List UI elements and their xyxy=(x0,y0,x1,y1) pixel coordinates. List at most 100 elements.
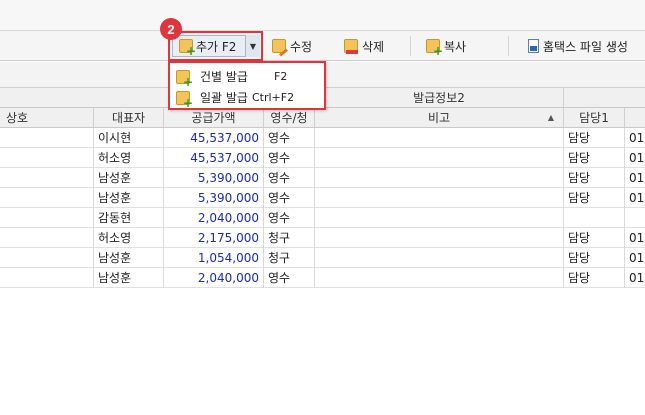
copy-button[interactable]: 복사 xyxy=(426,35,466,57)
cell-extra[interactable]: 010 xyxy=(625,128,645,148)
table-row[interactable]: 남성훈2,040,000영수 담당010 xyxy=(0,268,645,288)
cell-supply-amount[interactable]: 5,390,000 xyxy=(164,188,264,208)
col-header-remarks-label: 비고 xyxy=(427,111,451,125)
cell-company[interactable] xyxy=(0,148,94,168)
table-row[interactable]: 이시현45,537,000영수 담당010 xyxy=(0,128,645,148)
cell-remarks[interactable] xyxy=(315,148,564,168)
cell-company[interactable] xyxy=(0,168,94,188)
col-header-manager1[interactable]: 담당1 xyxy=(564,108,625,127)
cell-receipt-claim[interactable]: 영수 xyxy=(264,208,315,228)
cell-manager1[interactable]: 담당 xyxy=(564,268,625,288)
group-header-blank-right xyxy=(564,88,645,107)
cell-representative[interactable]: 감동현 xyxy=(94,208,164,228)
col-header-remarks[interactable]: 비고 ▲ xyxy=(315,108,564,127)
cell-remarks[interactable] xyxy=(315,128,564,148)
cell-representative[interactable]: 허소영 xyxy=(94,228,164,248)
cell-receipt-claim[interactable]: 영수 xyxy=(264,188,315,208)
cell-remarks[interactable] xyxy=(315,188,564,208)
col-header-company[interactable]: 상호 xyxy=(0,108,94,127)
data-grid: 발급정보2 상호 대표자 공급가액 영수/청 비고 ▲ 담당1 이시현 45,53… xyxy=(0,88,645,415)
cell-receipt-claim[interactable]: 영수 xyxy=(264,168,315,188)
cell-supply-amount[interactable]: 45,537,000 xyxy=(164,148,264,168)
menu-item-single-issue[interactable]: 건별 발급 F2 xyxy=(176,66,324,88)
cell-manager1[interactable] xyxy=(564,208,625,228)
table-row[interactable]: 허소영45,537,000영수 담당010 xyxy=(0,148,645,168)
cell-manager1[interactable]: 담당 xyxy=(564,248,625,268)
add-button-highlight xyxy=(168,31,263,61)
table-row[interactable]: 남성훈5,390,000영수 담당010 xyxy=(0,168,645,188)
col-header-representative[interactable]: 대표자 xyxy=(94,108,164,127)
col-header-receipt-claim[interactable]: 영수/청 xyxy=(264,108,315,127)
cell-supply-amount[interactable]: 2,040,000 xyxy=(164,268,264,288)
cell-remarks[interactable] xyxy=(315,208,564,228)
cell-company[interactable] xyxy=(0,228,94,248)
toolbar-divider xyxy=(410,36,411,56)
cell-extra[interactable]: 010 xyxy=(625,268,645,288)
cell-supply-amount[interactable]: 1,054,000 xyxy=(164,248,264,268)
toolbar-divider xyxy=(508,36,509,56)
copy-label: 복사 xyxy=(444,39,467,54)
sort-ascending-icon: ▲ xyxy=(547,113,554,122)
grid-header-row: 상호 대표자 공급가액 영수/청 비고 ▲ 담당1 xyxy=(0,108,645,128)
cell-receipt-claim[interactable]: 청구 xyxy=(264,228,315,248)
cell-extra[interactable]: 010 xyxy=(625,248,645,268)
cell-receipt-claim[interactable]: 청구 xyxy=(264,248,315,268)
col-header-extra[interactable] xyxy=(625,108,645,127)
cell-supply-amount[interactable]: 2,175,000 xyxy=(164,228,264,248)
cell-representative[interactable]: 남성훈 xyxy=(94,248,164,268)
cell-remarks[interactable] xyxy=(315,228,564,248)
cell-company[interactable] xyxy=(0,268,94,288)
cell-manager1[interactable]: 담당 xyxy=(564,128,625,148)
table-row[interactable]: 허소영2,175,000청구 담당010 xyxy=(0,228,645,248)
add-icon xyxy=(176,90,193,109)
cell-extra[interactable] xyxy=(625,208,645,228)
cell-extra[interactable]: 010 xyxy=(625,188,645,208)
cell-company[interactable] xyxy=(0,248,94,268)
cell-receipt-claim[interactable]: 영수 xyxy=(264,268,315,288)
delete-label: 삭제 xyxy=(362,39,385,54)
cell-remarks[interactable] xyxy=(315,168,564,188)
cell-manager1[interactable]: 담당 xyxy=(564,228,625,248)
col-header-supply-amount[interactable]: 공급가액 xyxy=(164,108,264,127)
cell-remarks[interactable] xyxy=(315,248,564,268)
cell-receipt-claim[interactable]: 영수 xyxy=(264,128,315,148)
copy-icon xyxy=(426,39,443,57)
cell-representative[interactable]: 남성훈 xyxy=(94,268,164,288)
cell-company[interactable] xyxy=(0,188,94,208)
table-row[interactable]: 남성훈5,390,000영수 담당010 xyxy=(0,188,645,208)
cell-receipt-claim[interactable]: 영수 xyxy=(264,148,315,168)
file-icon xyxy=(528,39,539,53)
cell-representative[interactable]: 이시현 xyxy=(94,128,164,148)
edit-button[interactable]: 수정 xyxy=(272,35,312,57)
cell-extra[interactable]: 010 xyxy=(625,228,645,248)
cell-extra[interactable]: 010 xyxy=(625,168,645,188)
cell-extra[interactable]: 010 xyxy=(625,148,645,168)
menu-item-label: 건별 발급 xyxy=(200,70,248,84)
add-icon xyxy=(176,69,193,88)
menu-item-shortcut: F2 xyxy=(274,70,288,83)
edit-icon xyxy=(272,39,286,53)
toolbar: 수정 삭제 복사 홈택스 파일 생성 xyxy=(0,31,645,61)
cell-manager1[interactable]: 담당 xyxy=(564,168,625,188)
cell-remarks[interactable] xyxy=(315,268,564,288)
menu-item-batch-issue[interactable]: 일괄 발급 Ctrl+F2 xyxy=(176,87,324,109)
table-row[interactable]: 남성훈1,054,000청구 담당010 xyxy=(0,248,645,268)
cell-manager1[interactable]: 담당 xyxy=(564,188,625,208)
cell-supply-amount[interactable]: 5,390,000 xyxy=(164,168,264,188)
cell-company[interactable] xyxy=(0,128,94,148)
delete-button[interactable]: 삭제 xyxy=(344,35,384,57)
hometax-label: 홈택스 파일 생성 xyxy=(543,39,628,54)
cell-company[interactable] xyxy=(0,208,94,228)
hometax-file-button[interactable]: 홈택스 파일 생성 xyxy=(528,35,628,57)
table-row[interactable]: 감동현 2,040,000 영수 xyxy=(0,208,645,228)
cell-manager1[interactable]: 담당 xyxy=(564,148,625,168)
cell-representative[interactable]: 남성훈 xyxy=(94,188,164,208)
cell-supply-amount[interactable]: 45,537,000 xyxy=(164,128,264,148)
cell-representative[interactable]: 허소영 xyxy=(94,148,164,168)
top-strip xyxy=(0,0,645,31)
cell-representative[interactable]: 남성훈 xyxy=(94,168,164,188)
cell-supply-amount[interactable]: 2,040,000 xyxy=(164,208,264,228)
edit-label: 수정 xyxy=(290,39,313,54)
menu-item-label: 일괄 발급 xyxy=(200,91,248,105)
group-header-issue-info2: 발급정보2 xyxy=(315,88,564,107)
